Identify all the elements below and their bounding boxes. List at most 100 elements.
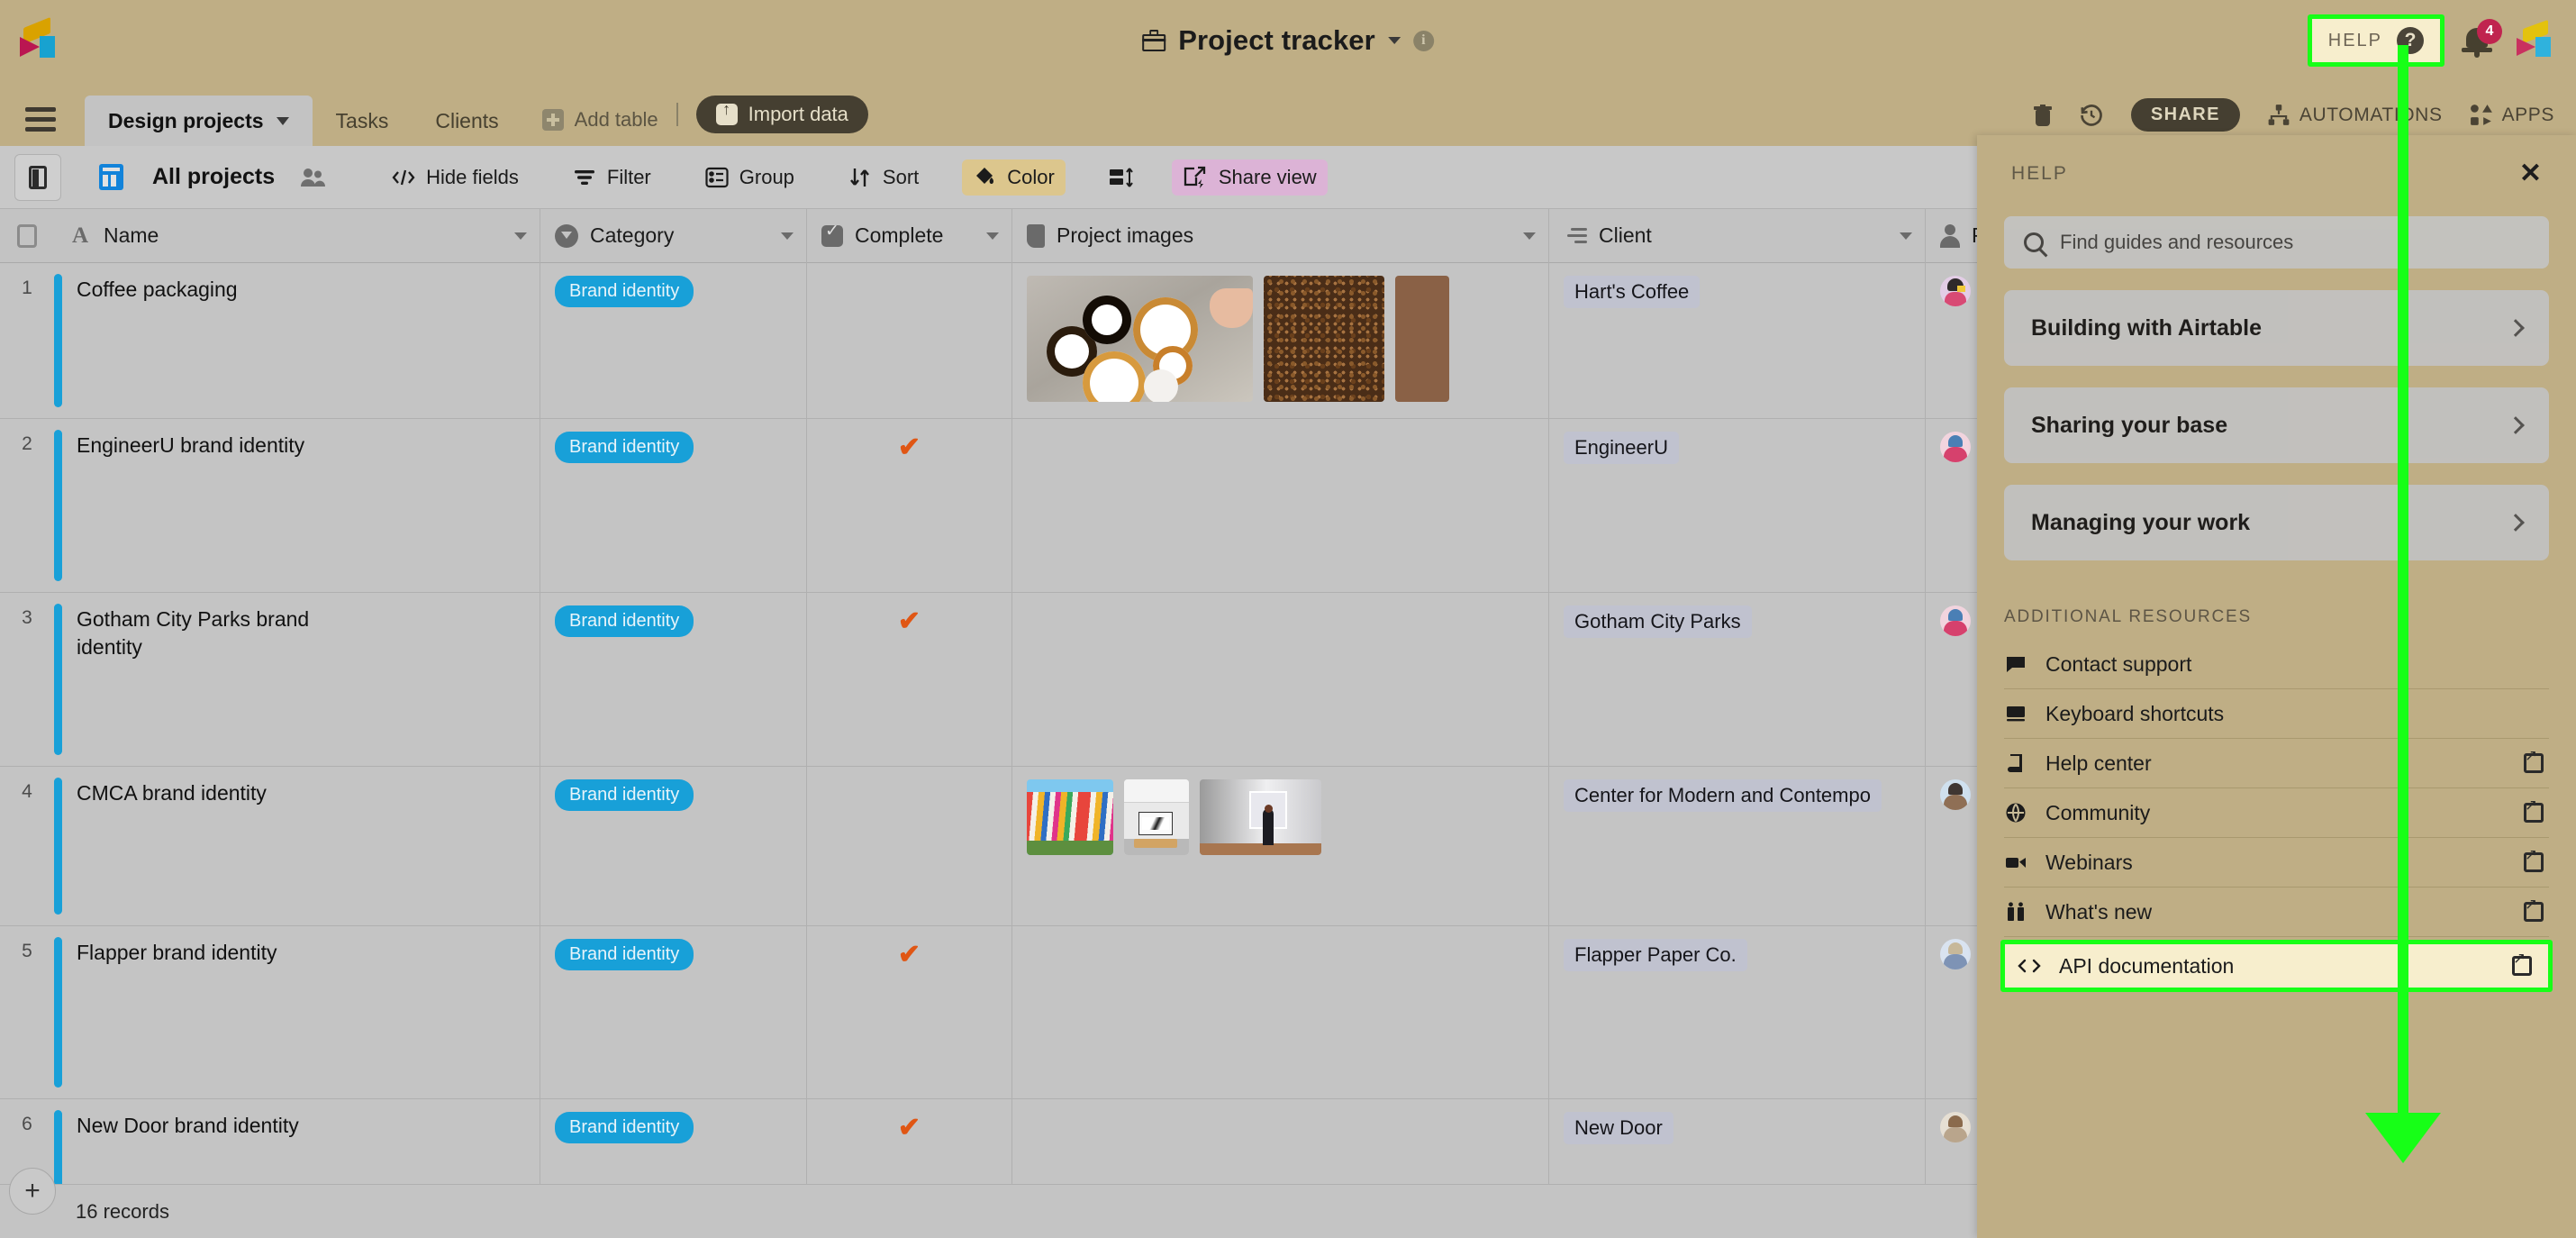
sort-button[interactable]: Sort [838,159,930,196]
cell-project-images[interactable] [1012,593,1549,766]
table-row[interactable]: 4 CMCA brand identity Brand identity Cen… [0,767,2250,926]
add-record-button[interactable]: + [9,1168,56,1215]
share-button[interactable]: SHARE [2130,98,2240,132]
help-item-whats-new[interactable]: What's new [2004,888,2549,937]
hide-fields-icon [392,169,415,185]
view-selector[interactable]: All projects [88,158,349,196]
help-item-label: Community [2045,800,2151,824]
hide-fields-button[interactable]: Hide fields [381,159,530,196]
row-height-button[interactable] [1098,159,1145,196]
view-sidebar-toggle[interactable] [14,153,61,201]
cell-name[interactable]: Coffee packaging [62,263,540,418]
help-button[interactable]: HELP ? [2307,14,2444,67]
chevron-down-icon[interactable] [1523,232,1536,240]
record-name: Coffee packaging [77,278,238,301]
column-header-complete[interactable]: Complete [807,208,1012,263]
cell-client[interactable]: Center for Modern and Contempo [1549,767,1926,925]
help-card-building-with-airtable[interactable]: Building with Airtable [2004,290,2549,366]
record-name: EngineerU brand identity [77,433,305,457]
trash-icon[interactable] [2033,104,2052,126]
airtable-logo[interactable] [20,16,63,62]
help-item-api-documentation[interactable]: API documentation [2000,940,2553,992]
sidebar-toggle-icon[interactable] [25,107,76,132]
thumbnail-coffee-beans[interactable] [1264,276,1384,402]
row-number: 5 [22,941,32,961]
thumbnail-gallery-room[interactable] [1124,779,1189,855]
help-item-webinars[interactable]: Webinars [2004,838,2549,888]
cell-complete[interactable]: ✔ [807,593,1012,766]
cell-name[interactable]: Flapper brand identity [62,926,540,1098]
cell-complete[interactable] [807,263,1012,418]
close-icon[interactable]: ✕ [2519,160,2542,187]
avatar [1940,779,1971,810]
table-row[interactable]: 2 EngineerU brand identity Brand identit… [0,419,2250,593]
share-view-button[interactable]: Share view [1171,159,1328,196]
help-item-contact-support[interactable]: Contact support [2004,640,2549,689]
chevron-down-icon[interactable] [986,232,999,240]
cell-client[interactable]: EngineerU [1549,419,1926,592]
thumbnail-museum-sign[interactable] [1027,779,1113,855]
column-header-client[interactable]: Client [1549,208,1926,263]
tab-design-projects[interactable]: Design projects [85,96,313,146]
text-field-icon: A [71,223,89,248]
history-icon[interactable] [2079,103,2104,128]
cell-client[interactable]: Flapper Paper Co. [1549,926,1926,1098]
help-item-help-center[interactable]: Help center [2004,739,2549,788]
automations-button[interactable]: AUTOMATIONS [2267,104,2443,127]
cell-project-images[interactable] [1012,767,1549,925]
tab-clients[interactable]: Clients [412,96,522,146]
cell-name[interactable]: Gotham City Parks brand identity [62,593,540,766]
help-search-input[interactable]: Find guides and resources [2004,216,2549,269]
import-data-button[interactable]: Import data [695,96,868,133]
cell-client[interactable]: Hart's Coffee [1549,263,1926,418]
group-button[interactable]: Group [694,159,805,196]
chevron-down-icon[interactable] [781,232,794,240]
cell-category[interactable]: Brand identity [540,419,807,592]
column-header-name[interactable]: A Name [54,208,540,263]
cell-category[interactable]: Brand identity [540,263,807,418]
cell-complete[interactable]: ✔ [807,926,1012,1098]
cell-project-images[interactable] [1012,263,1549,418]
apps-button[interactable]: APPS [2470,104,2554,127]
chevron-down-icon[interactable] [514,232,527,240]
help-card-sharing-your-base[interactable]: Sharing your base [2004,387,2549,463]
cell-project-images[interactable] [1012,926,1549,1098]
annotation-arrow-head [2365,1113,2441,1163]
info-icon[interactable]: i [1412,30,1434,51]
client-tag: EngineerU [1564,432,1679,464]
cell-name[interactable]: CMCA brand identity [62,767,540,925]
chevron-down-icon[interactable] [276,116,289,125]
cell-name[interactable]: EngineerU brand identity [62,419,540,592]
color-button[interactable]: Color [962,159,1066,196]
cell-project-images[interactable] [1012,419,1549,592]
airtable-home-icon[interactable] [2517,19,2558,59]
filter-button[interactable]: Filter [562,159,662,196]
cell-category[interactable]: Brand identity [540,926,807,1098]
table-row[interactable]: 3 Gotham City Parks brand identity Brand… [0,593,2250,767]
thumbnail-coffee-cups[interactable] [1027,276,1253,402]
notifications-button[interactable]: 4 [2462,19,2502,60]
cell-category[interactable]: Brand identity [540,593,807,766]
chevron-down-icon[interactable] [1900,232,1912,240]
table-row[interactable]: 5 Flapper brand identity Brand identity … [0,926,2250,1099]
help-card-managing-your-work[interactable]: Managing your work [2004,485,2549,560]
cell-client[interactable]: Gotham City Parks [1549,593,1926,766]
thumbnail-gallery-visitor[interactable] [1200,779,1321,855]
tab-tasks[interactable]: Tasks [313,96,413,146]
complete-check: ✔ [897,940,921,969]
base-title-group[interactable]: Project tracker i [1142,24,1434,57]
notification-badge: 4 [2477,19,2502,44]
thumbnail-brown-swatch[interactable] [1395,276,1449,402]
chevron-down-icon[interactable] [1387,37,1401,44]
cell-complete[interactable]: ✔ [807,419,1012,592]
help-item-label: What's new [2045,899,2153,924]
cell-complete[interactable] [807,767,1012,925]
column-header-category[interactable]: Category [540,208,807,263]
help-item-community[interactable]: Community [2004,788,2549,838]
cell-category[interactable]: Brand identity [540,767,807,925]
add-table-button[interactable]: Add table [541,108,658,132]
help-item-keyboard-shortcuts[interactable]: Keyboard shortcuts [2004,689,2549,739]
select-all-checkbox[interactable] [0,223,54,248]
table-row[interactable]: 1 Coffee packaging Brand identity Hart's… [0,263,2250,419]
column-header-project-images[interactable]: Project images [1012,208,1549,263]
